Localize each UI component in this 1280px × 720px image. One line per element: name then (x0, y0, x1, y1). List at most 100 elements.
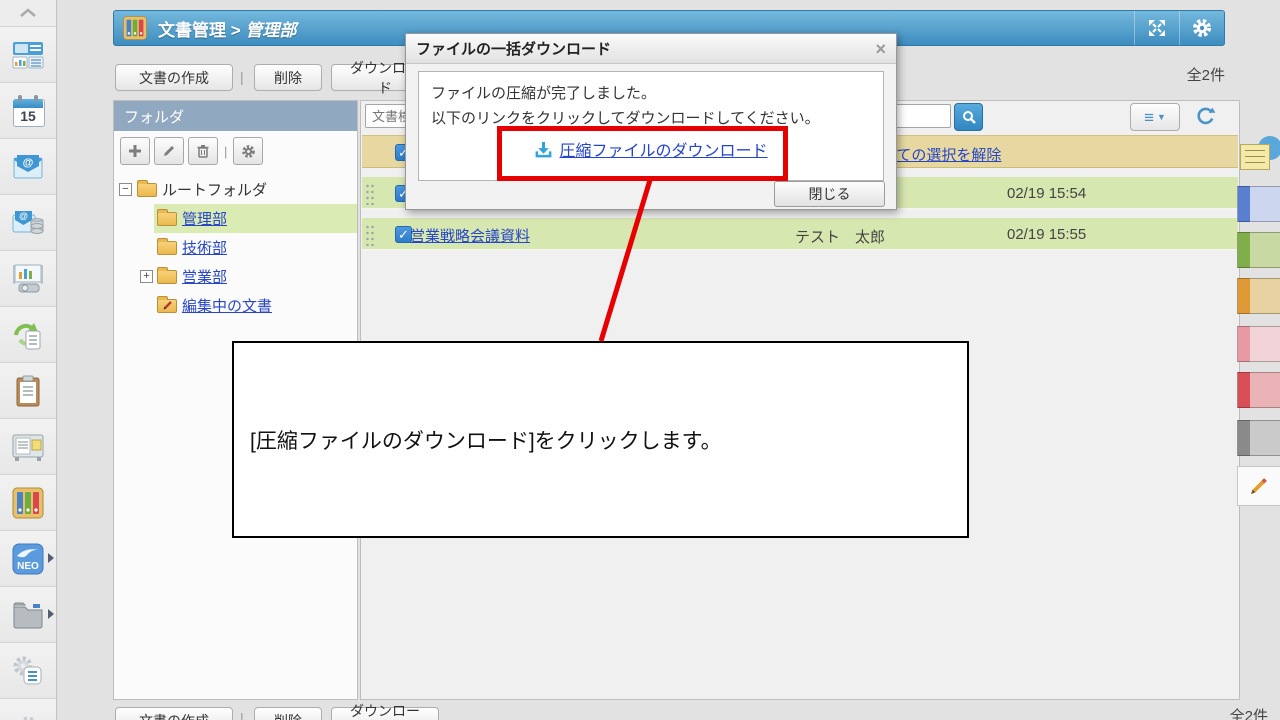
app-item-mail-database[interactable]: @ (0, 195, 56, 251)
app-item-dashboard[interactable] (0, 27, 56, 83)
binders-icon (12, 487, 44, 518)
drag-handle[interactable] (365, 224, 375, 246)
tree-expand-toggle[interactable]: + (140, 270, 153, 283)
dialog-title: ファイルの一括ダウンロード (416, 41, 612, 58)
svg-text:@: @ (23, 157, 34, 169)
mail-icon: @ (13, 154, 43, 178)
delete-folder-button[interactable] (188, 137, 218, 165)
app-item-neo[interactable]: NEO (0, 531, 56, 587)
binder-orange-icon[interactable] (1237, 278, 1280, 314)
tree-item-label: ルートフォルダ (162, 182, 268, 199)
app-title: 文書管理 (158, 20, 226, 40)
instruction-callout: [圧縮ファイルのダウンロード]をクリックします。 (232, 341, 969, 538)
pencil-icon (164, 145, 175, 156)
sync-document-icon (14, 322, 41, 349)
search-button[interactable] (954, 103, 983, 131)
breadcrumb-separator: > (230, 20, 241, 40)
gear-icon (19, 716, 37, 720)
pencil-icon (163, 300, 172, 309)
chevron-up-icon (20, 8, 36, 17)
binder-red-icon[interactable] (1237, 372, 1280, 408)
app-item-bulletin-board[interactable] (0, 419, 56, 475)
bulk-download-dialog: ファイルの一括ダウンロード × ファイルの圧縮が完了しました。 以下のリンクをク… (405, 33, 897, 210)
delete-button-bottom[interactable]: 削除 (254, 707, 322, 720)
strip-collapse-button[interactable] (0, 0, 56, 27)
document-title-link[interactable]: 営業戦略会議資料 (410, 225, 530, 246)
download-link-row: 圧縮ファイルのダウンロード (431, 137, 871, 161)
delete-button[interactable]: 削除 (254, 64, 322, 91)
tree-item-eigyobu[interactable]: + 営業部 (140, 262, 357, 291)
app-item-sync-document[interactable] (0, 307, 56, 363)
create-document-button[interactable]: 文書の作成 (115, 64, 233, 91)
settings-button[interactable] (1179, 11, 1224, 45)
svg-text:NEO: NEO (17, 561, 39, 572)
compressed-file-download-link[interactable]: 圧縮ファイルのダウンロード (559, 137, 767, 161)
total-count-bottom: 全2件 (1229, 708, 1268, 720)
app-item-mail[interactable]: @ (0, 139, 56, 195)
folder-open-icon (137, 179, 157, 197)
app-item-file-management[interactable] (0, 587, 56, 643)
folder-settings-button[interactable] (233, 137, 264, 165)
tree-item-label[interactable]: 編集中の文書 (182, 295, 272, 316)
close-button[interactable]: 閉じる (774, 181, 885, 207)
memo-shortcut-icon[interactable] (1240, 136, 1280, 176)
tree-item-label[interactable]: 管理部 (182, 208, 227, 229)
dashboard-icon (12, 41, 44, 68)
toolbar-separator: | (240, 69, 244, 85)
svg-text:@: @ (19, 211, 28, 221)
binder-green-icon[interactable] (1237, 232, 1280, 268)
edit-folder-button[interactable] (154, 137, 184, 165)
tree-item-label[interactable]: 技術部 (182, 237, 227, 258)
refresh-button[interactable] (1192, 103, 1220, 129)
fullscreen-icon (1149, 20, 1165, 36)
pencil-icon (1251, 478, 1267, 494)
refresh-icon (1197, 107, 1216, 125)
trash-icon (197, 145, 209, 158)
app-item-presentation[interactable] (0, 251, 56, 307)
folder-icon (157, 208, 177, 226)
toolbar-separator: | (224, 143, 228, 159)
neo-icon: NEO (12, 543, 44, 574)
folder-toolbar: | (114, 131, 357, 171)
tree-item-label[interactable]: 営業部 (182, 266, 227, 287)
app-item-settings-list[interactable] (0, 643, 56, 699)
submenu-arrow-icon (48, 609, 54, 619)
instruction-text: [圧縮ファイルのダウンロード]をクリックします。 (250, 429, 722, 453)
dialog-title-bar: ファイルの一括ダウンロード × (406, 34, 896, 64)
app-item-document-management[interactable] (0, 475, 56, 531)
pencil-shortcut-icon[interactable] (1237, 466, 1280, 506)
total-count: 全2件 (1186, 67, 1225, 84)
sidebar-title: フォルダ (114, 101, 357, 131)
view-menu-button[interactable]: ≡ ▼ (1130, 103, 1180, 131)
gear-icon (242, 144, 255, 158)
app-item-partial[interactable] (0, 699, 56, 720)
chevron-down-icon: ▼ (1157, 112, 1166, 122)
plus-icon (129, 145, 141, 157)
gear-list-icon (13, 656, 42, 684)
binder-pink-icon[interactable] (1237, 326, 1280, 362)
dialog-message-line2: 以下のリンクをクリックしてダウンロードしてください。 (431, 110, 820, 127)
tree-item-kanribu[interactable]: 管理部 (154, 204, 357, 233)
fullscreen-button[interactable] (1134, 11, 1179, 45)
mail-database-icon: @ (12, 210, 44, 234)
app-item-clipboard[interactable] (0, 363, 56, 419)
tree-item-editing-documents[interactable]: 編集中の文書 (154, 291, 357, 320)
tree-collapse-toggle[interactable]: − (119, 183, 132, 196)
drag-handle[interactable] (365, 183, 375, 205)
tree-item-gijutsubu[interactable]: 技術部 (154, 233, 357, 262)
folder-tree: − ルートフォルダ 管理部 技術部 + 営業部 編集中の文書 (114, 175, 357, 320)
binder-blue-icon[interactable] (1237, 186, 1280, 222)
bulletin-board-icon (12, 434, 44, 461)
document-row: ✓ 営業戦略会議資料 テスト 太郎 02/19 15:55 (362, 218, 1238, 251)
dialog-message-line1: ファイルの圧縮が完了しました。 (431, 85, 657, 102)
download-button-bottom[interactable]: ダウンロード (331, 703, 439, 720)
current-folder-name: 管理部 (245, 20, 297, 40)
binder-gray-icon[interactable] (1237, 420, 1280, 456)
app-item-calendar[interactable]: 15 (0, 83, 56, 139)
add-folder-button[interactable] (120, 137, 150, 165)
close-icon[interactable]: × (875, 40, 886, 58)
create-document-button-bottom[interactable]: 文書の作成 (115, 707, 233, 720)
screen: 15 @ @ NEO 文書管理 > 管理部 文書の作成 | 削除 ダウンロード … (0, 0, 1280, 720)
document-datetime: 02/19 15:55 (1007, 226, 1087, 243)
gear-icon (1193, 19, 1211, 37)
